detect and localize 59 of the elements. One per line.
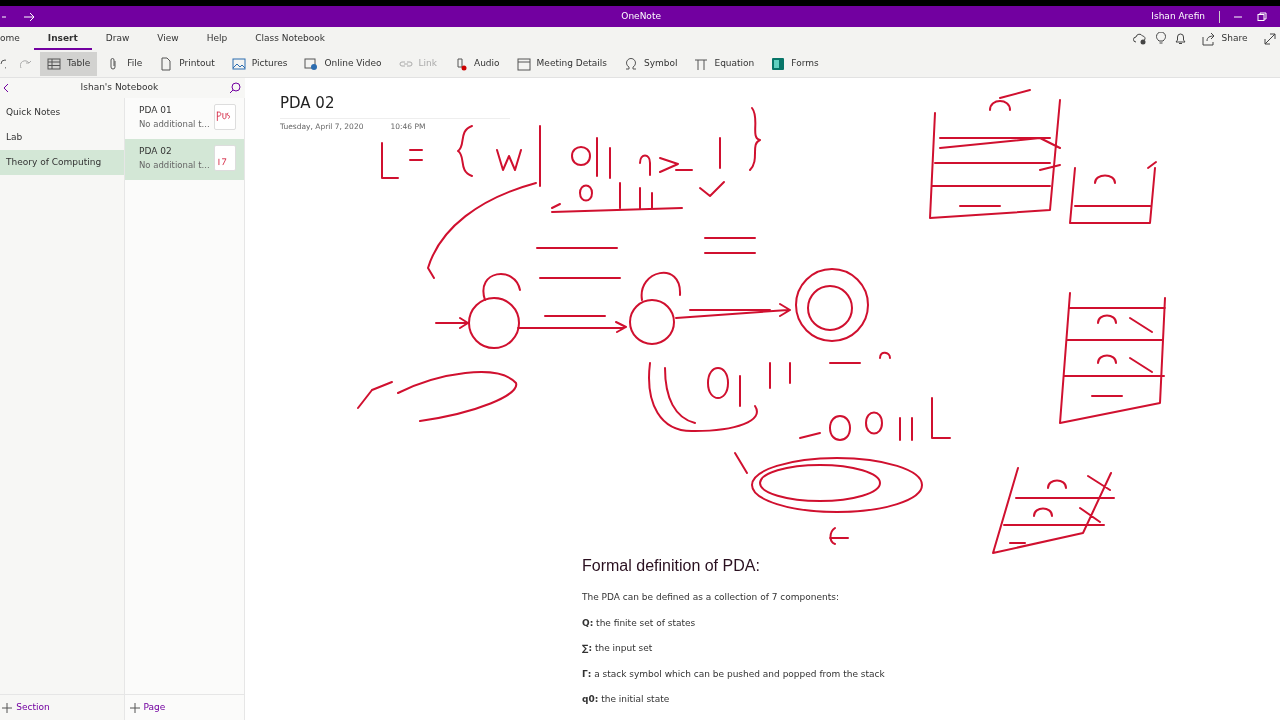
page-item[interactable]: PDA 02 No additional t... [125,139,244,180]
page-item-title: PDA 02 [139,145,173,158]
share-button[interactable]: Share [1194,26,1255,51]
lightbulb-icon[interactable] [1155,32,1166,45]
toolbar-button[interactable]: Equation [687,52,762,76]
ribbon-tab[interactable]: Help [192,27,242,50]
restore-icon[interactable] [1256,11,1267,22]
omega-icon [623,57,638,71]
ribbon-tab[interactable]: Draw [91,27,144,50]
page-preview: No additional t... [139,117,210,131]
add-section-button[interactable]: Section [2,700,50,715]
page-preview: No additional t... [139,158,210,172]
cloud-sync-icon[interactable] [1132,32,1147,45]
add-page-button[interactable]: Page [127,700,166,715]
page-item[interactable]: PDA 01 No additional t... [125,98,244,139]
page-thumbnail-drawing [213,145,236,171]
paragraph: ∑: the input set [582,642,654,655]
bell-icon[interactable] [1174,32,1186,45]
forward-arrow-icon[interactable] [23,11,36,22]
ribbon-tab[interactable]: Class Notebook [241,27,339,50]
video-icon [304,57,319,71]
document-icon [159,57,174,71]
paragraph: The PDA can be defined as a collection of 7 components: [582,591,840,604]
back-icon[interactable] [2,83,11,93]
section-heading: Formal definition of PDA: [582,556,761,576]
window-title: OneNote [621,9,661,23]
page-thumbnail-drawing [213,104,236,130]
plus-icon [129,702,140,713]
pi-icon [694,57,709,71]
toolbar-button[interactable]: Meeting Details [509,52,614,76]
ribbon-tab[interactable]: Insert [33,27,92,50]
toolbar-button[interactable]: Forms [764,52,826,76]
ribbon-tab[interactable]: View [143,27,193,50]
expand-icon[interactable] [1263,32,1276,45]
section-tab[interactable]: Theory of Computing [0,150,124,176]
section-tab[interactable]: Lab [0,125,124,151]
paragraph: q0: the initial state [582,693,671,706]
page-title: PDA 02 [280,92,510,119]
toolbar-button[interactable]: Audio [447,52,507,76]
forms-icon [771,57,786,71]
toolbar-button[interactable]: Pictures [224,52,295,76]
section-tab[interactable]: Quick Notes [0,100,124,126]
calendar-icon [516,57,531,71]
plus-icon [2,702,13,713]
ribbon-tab[interactable]: ome [0,27,34,50]
user-name[interactable]: Ishan Arefin [1151,9,1205,24]
paragraph: Q: the finite set of states [582,616,697,630]
microphone-icon [454,57,468,71]
table-icon [47,57,61,71]
share-icon [1201,31,1216,46]
page-item-title: PDA 01 [139,104,173,117]
toolbar-button[interactable]: Printout [152,52,222,76]
toolbar-button[interactable]: Symbol [616,52,685,76]
paragraph: Γ: a stack symbol which can be pushed and popped from the stack [582,667,886,681]
toolbar-button[interactable]: File [100,52,150,76]
toolbar-button[interactable]: Table [40,52,98,76]
search-icon[interactable] [228,82,241,94]
image-icon [231,57,246,71]
toolbar-button[interactable]: Online Video [297,52,389,76]
